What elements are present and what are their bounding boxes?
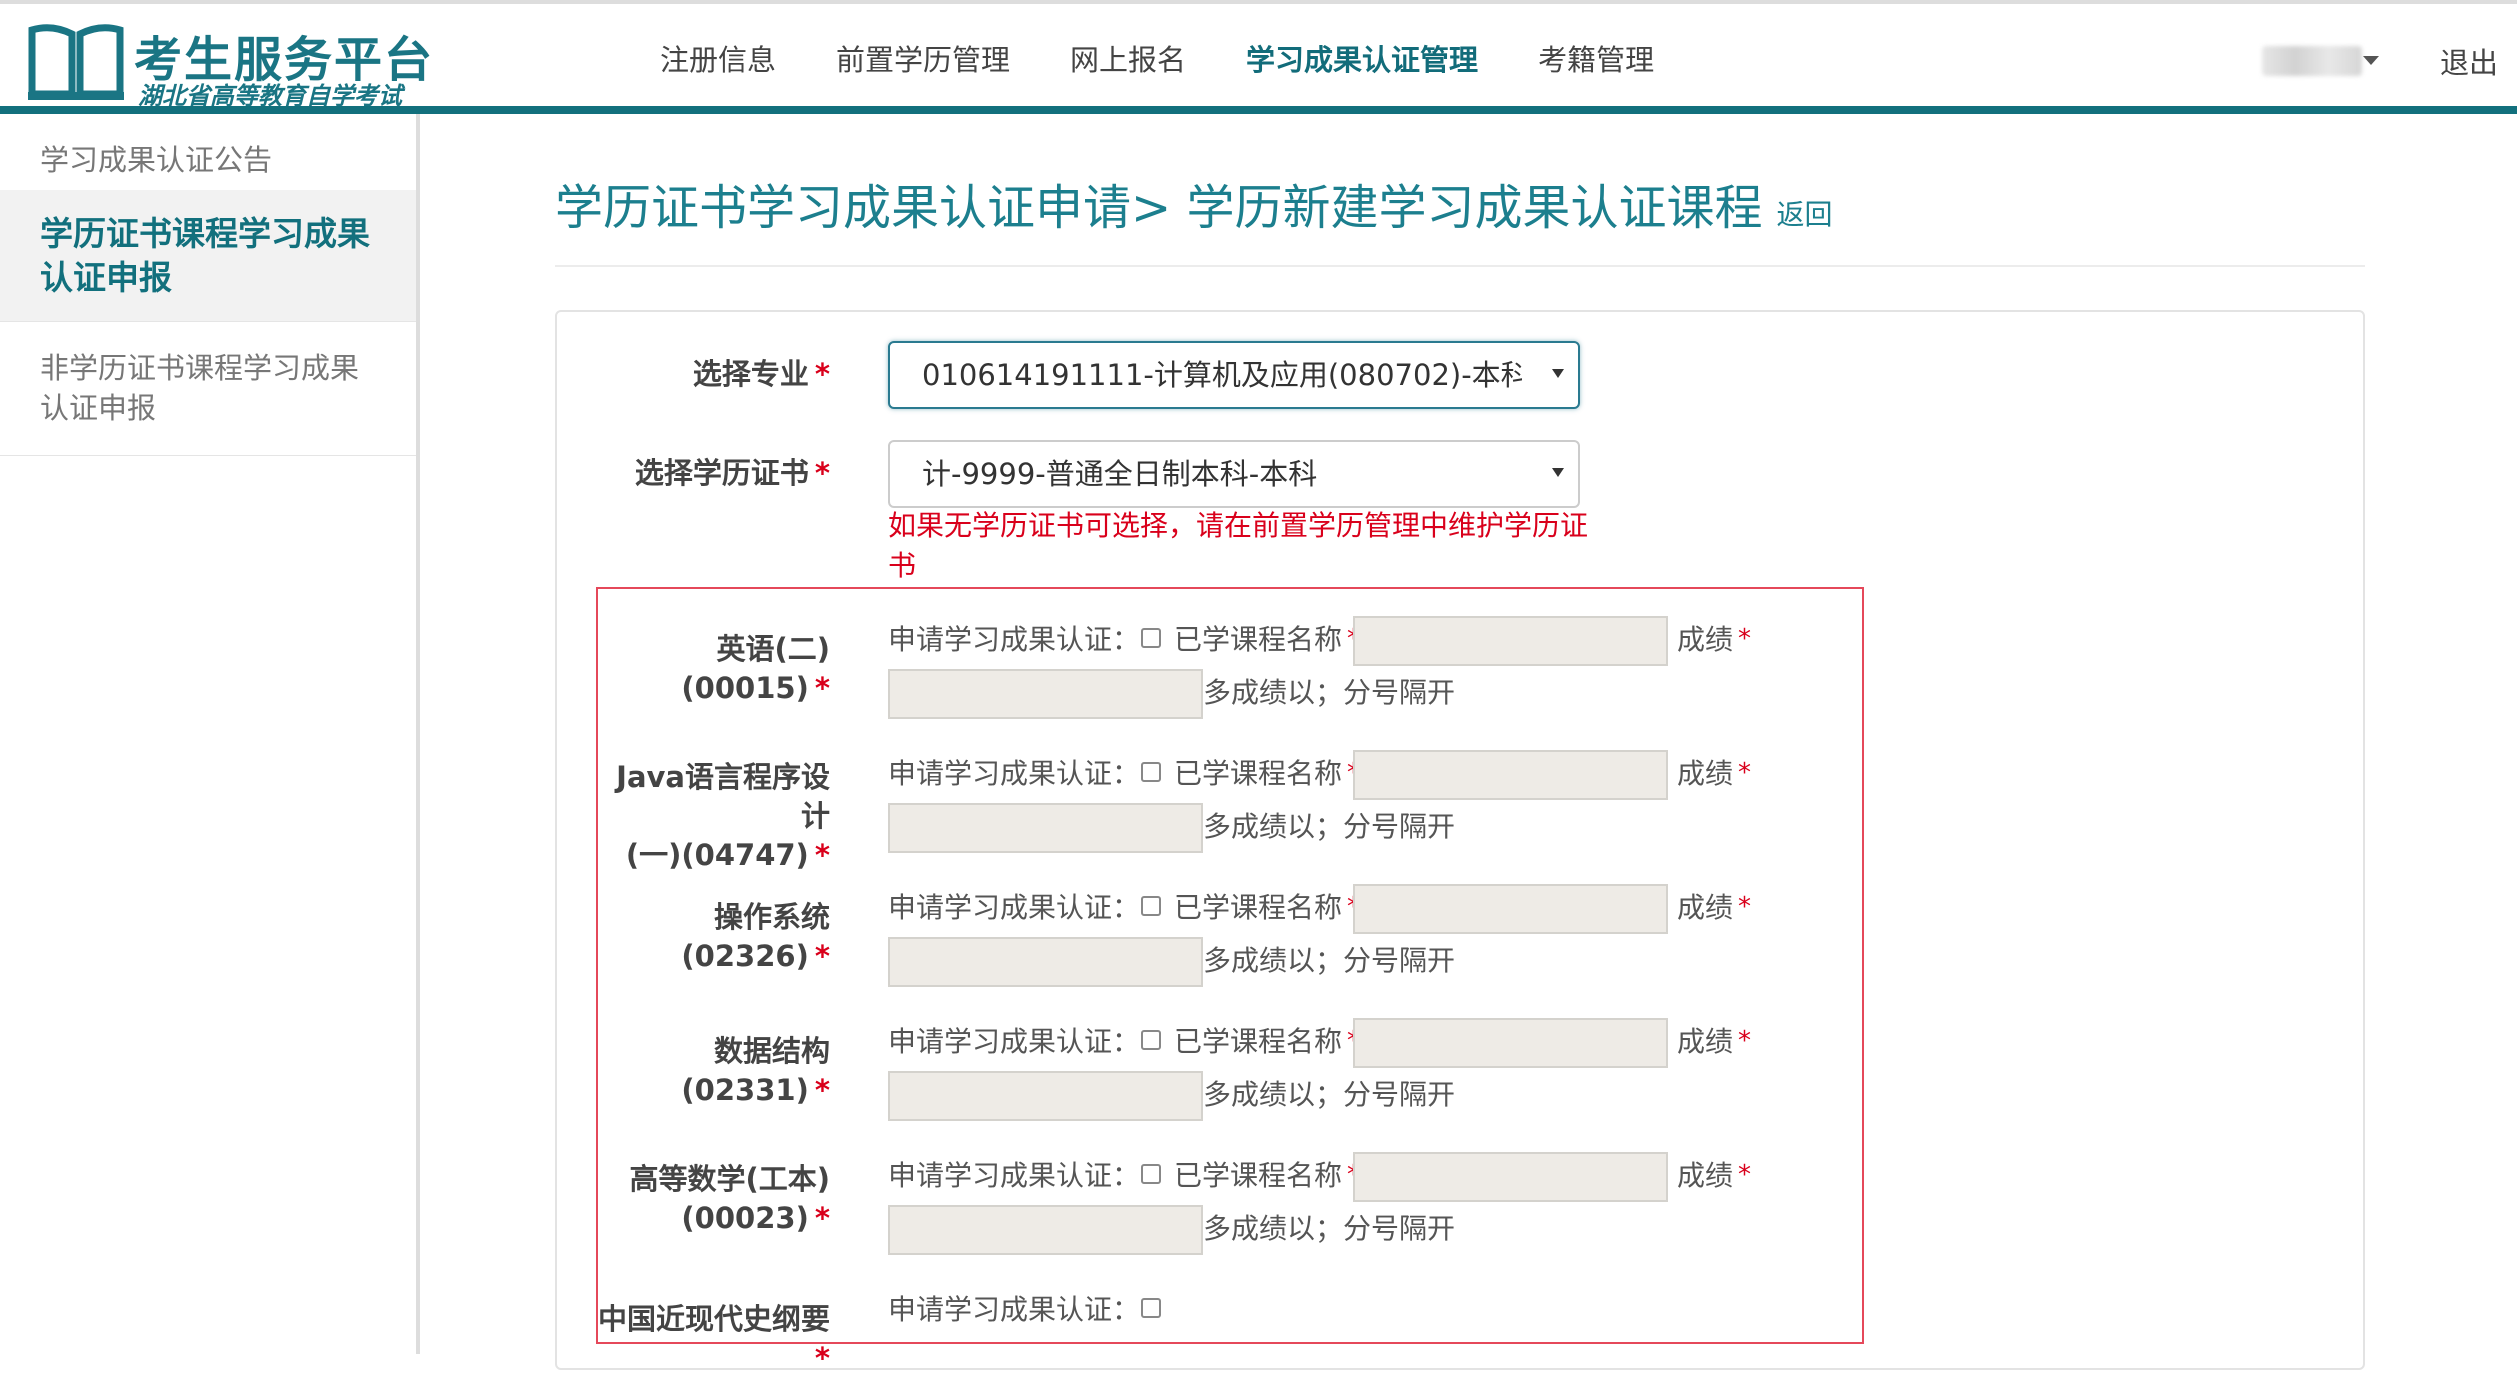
apply-certification-checkbox[interactable] bbox=[1141, 1030, 1161, 1050]
major-select-value: 010614191111-计算机及应用(080702)-本科(专 bbox=[922, 358, 1522, 392]
course-name-line1: 英语(二)(00015) bbox=[681, 632, 830, 705]
back-link[interactable]: 返回 bbox=[1776, 198, 1832, 231]
required-mark: * bbox=[1738, 758, 1751, 788]
course-name-line1: 数据结构(02331) bbox=[681, 1034, 830, 1107]
nav-prior-education[interactable]: 前置学历管理 bbox=[806, 4, 1040, 110]
course-label: 中国近现代史纲要 * bbox=[590, 1300, 830, 1378]
certificate-hint: 如果无学历证书可选择，请在前置学历管理中维护学历证书 bbox=[888, 509, 1589, 582]
score-label: 成绩 bbox=[1677, 757, 1734, 790]
score-input[interactable] bbox=[888, 1205, 1203, 1255]
required-mark: * bbox=[814, 939, 830, 973]
studied-course-name-input[interactable] bbox=[1353, 884, 1668, 934]
score-label: 成绩 bbox=[1677, 1159, 1734, 1192]
sidebar-item-non-degree-cert-application[interactable]: 非学历证书课程学习成果认证申报 bbox=[0, 322, 416, 456]
required-mark: * bbox=[814, 357, 830, 391]
course-label: 高等数学(工本) (00023) * bbox=[590, 1160, 830, 1238]
book-icon bbox=[28, 24, 124, 100]
score-input[interactable] bbox=[888, 803, 1203, 853]
page-title-text: 学历证书学习成果认证申请> 学历新建学习成果认证课程 bbox=[555, 180, 1763, 236]
studied-course-name-input[interactable] bbox=[1353, 1018, 1668, 1068]
course-name-line2: (00023) bbox=[681, 1201, 809, 1235]
user-name-blurred[interactable] bbox=[2262, 46, 2362, 76]
score-label: 成绩 bbox=[1677, 891, 1734, 924]
course-label: 操作系统(02326) * bbox=[590, 898, 830, 976]
required-mark: * bbox=[1738, 624, 1751, 654]
score-label: 成绩 bbox=[1677, 1025, 1734, 1058]
studied-course-name-label: 已学课程名称 bbox=[1174, 891, 1343, 924]
studied-course-name-input[interactable] bbox=[1353, 1152, 1668, 1202]
course-label: Java语言程序设计 (一)(04747) * bbox=[590, 758, 830, 875]
multi-score-hint: 多成绩以；分号隔开 bbox=[1203, 944, 1456, 977]
title-divider bbox=[555, 265, 2365, 267]
apply-certification-checkbox[interactable] bbox=[1141, 762, 1161, 782]
sidebar: 学习成果认证公告 学历证书课程学习成果认证申报 非学历证书课程学习成果认证申报 bbox=[0, 114, 420, 1354]
nav-learning-outcome-certification[interactable]: 学习成果认证管理 bbox=[1216, 4, 1508, 110]
apply-certification-label: 申请学习成果认证： bbox=[888, 1293, 1141, 1326]
apply-certification-label: 申请学习成果认证： bbox=[888, 1159, 1141, 1192]
apply-certification-label: 申请学习成果认证： bbox=[888, 623, 1141, 656]
multi-score-hint: 多成绩以；分号隔开 bbox=[1203, 1212, 1456, 1245]
apply-certification-checkbox[interactable] bbox=[1141, 1298, 1161, 1318]
page-title: 学历证书学习成果认证申请> 学历新建学习成果认证课程 返回 bbox=[555, 168, 1833, 238]
main-nav: 注册信息 前置学历管理 网上报名 学习成果认证管理 考籍管理 bbox=[630, 4, 1684, 110]
required-mark: * bbox=[1738, 1026, 1751, 1056]
required-mark: * bbox=[1738, 1160, 1751, 1190]
major-label: 选择专业 * bbox=[560, 355, 830, 394]
sidebar-item-degree-cert-application[interactable]: 学历证书课程学习成果认证申报 bbox=[0, 190, 416, 322]
studied-course-name-input[interactable] bbox=[1353, 616, 1668, 666]
dropdown-arrow-icon bbox=[1552, 369, 1564, 378]
required-mark: * bbox=[814, 671, 830, 705]
certificate-select-value: 计-9999-普通全日制本科-本科 bbox=[922, 457, 1318, 491]
top-header: 考生服务平台 湖北省高等教育自学考试 注册信息 前置学历管理 网上报名 学习成果… bbox=[0, 0, 2517, 112]
course-name-line1: 高等数学(工本) bbox=[629, 1162, 830, 1196]
course-name-line1: Java语言程序设计 bbox=[616, 760, 830, 833]
nav-student-records[interactable]: 考籍管理 bbox=[1508, 4, 1684, 110]
score-input[interactable] bbox=[888, 937, 1203, 987]
apply-certification-label: 申请学习成果认证： bbox=[888, 891, 1141, 924]
course-label: 数据结构(02331) * bbox=[590, 1032, 830, 1110]
apply-certification-checkbox[interactable] bbox=[1141, 896, 1161, 916]
nav-online-registration[interactable]: 网上报名 bbox=[1040, 4, 1216, 110]
dropdown-arrow-icon bbox=[1552, 468, 1564, 477]
required-mark: * bbox=[814, 456, 830, 490]
apply-certification-checkbox[interactable] bbox=[1141, 1164, 1161, 1184]
apply-certification-label: 申请学习成果认证： bbox=[888, 757, 1141, 790]
required-mark: * bbox=[814, 838, 830, 872]
course-name-line1: 中国近现代史纲要 bbox=[597, 1302, 830, 1336]
course-name-line2: (一)(04747) bbox=[625, 838, 809, 872]
chevron-down-icon[interactable] bbox=[2363, 56, 2379, 65]
required-mark: * bbox=[1738, 892, 1751, 922]
course-label: 英语(二)(00015) * bbox=[590, 630, 830, 708]
studied-course-name-label: 已学课程名称 bbox=[1174, 757, 1343, 790]
studied-course-name-label: 已学课程名称 bbox=[1174, 623, 1343, 656]
required-mark: * bbox=[814, 1201, 830, 1235]
score-input[interactable] bbox=[888, 669, 1203, 719]
multi-score-hint: 多成绩以；分号隔开 bbox=[1203, 1078, 1456, 1111]
certificate-label: 选择学历证书 * bbox=[560, 454, 830, 493]
nav-register-info[interactable]: 注册信息 bbox=[630, 4, 806, 110]
certificate-select[interactable]: 计-9999-普通全日制本科-本科 bbox=[888, 440, 1580, 508]
score-label: 成绩 bbox=[1677, 623, 1734, 656]
multi-score-hint: 多成绩以；分号隔开 bbox=[1203, 676, 1456, 709]
apply-certification-checkbox[interactable] bbox=[1141, 628, 1161, 648]
score-input[interactable] bbox=[888, 1071, 1203, 1121]
required-mark: * bbox=[814, 1073, 830, 1107]
certificate-label-text: 选择学历证书 bbox=[634, 456, 809, 490]
major-select[interactable]: 010614191111-计算机及应用(080702)-本科(专 bbox=[888, 341, 1580, 409]
multi-score-hint: 多成绩以；分号隔开 bbox=[1203, 810, 1456, 843]
logout-link[interactable]: 退出 bbox=[2440, 40, 2498, 82]
required-mark: * bbox=[814, 1341, 830, 1375]
major-label-text: 选择专业 bbox=[692, 357, 809, 391]
apply-certification-label: 申请学习成果认证： bbox=[888, 1025, 1141, 1058]
studied-course-name-input[interactable] bbox=[1353, 750, 1668, 800]
header-divider bbox=[0, 106, 2517, 114]
course-name-line1: 操作系统(02326) bbox=[681, 900, 830, 973]
studied-course-name-label: 已学课程名称 bbox=[1174, 1025, 1343, 1058]
site-logo[interactable]: 考生服务平台 湖北省高等教育自学考试 bbox=[26, 18, 432, 110]
studied-course-name-label: 已学课程名称 bbox=[1174, 1159, 1343, 1192]
